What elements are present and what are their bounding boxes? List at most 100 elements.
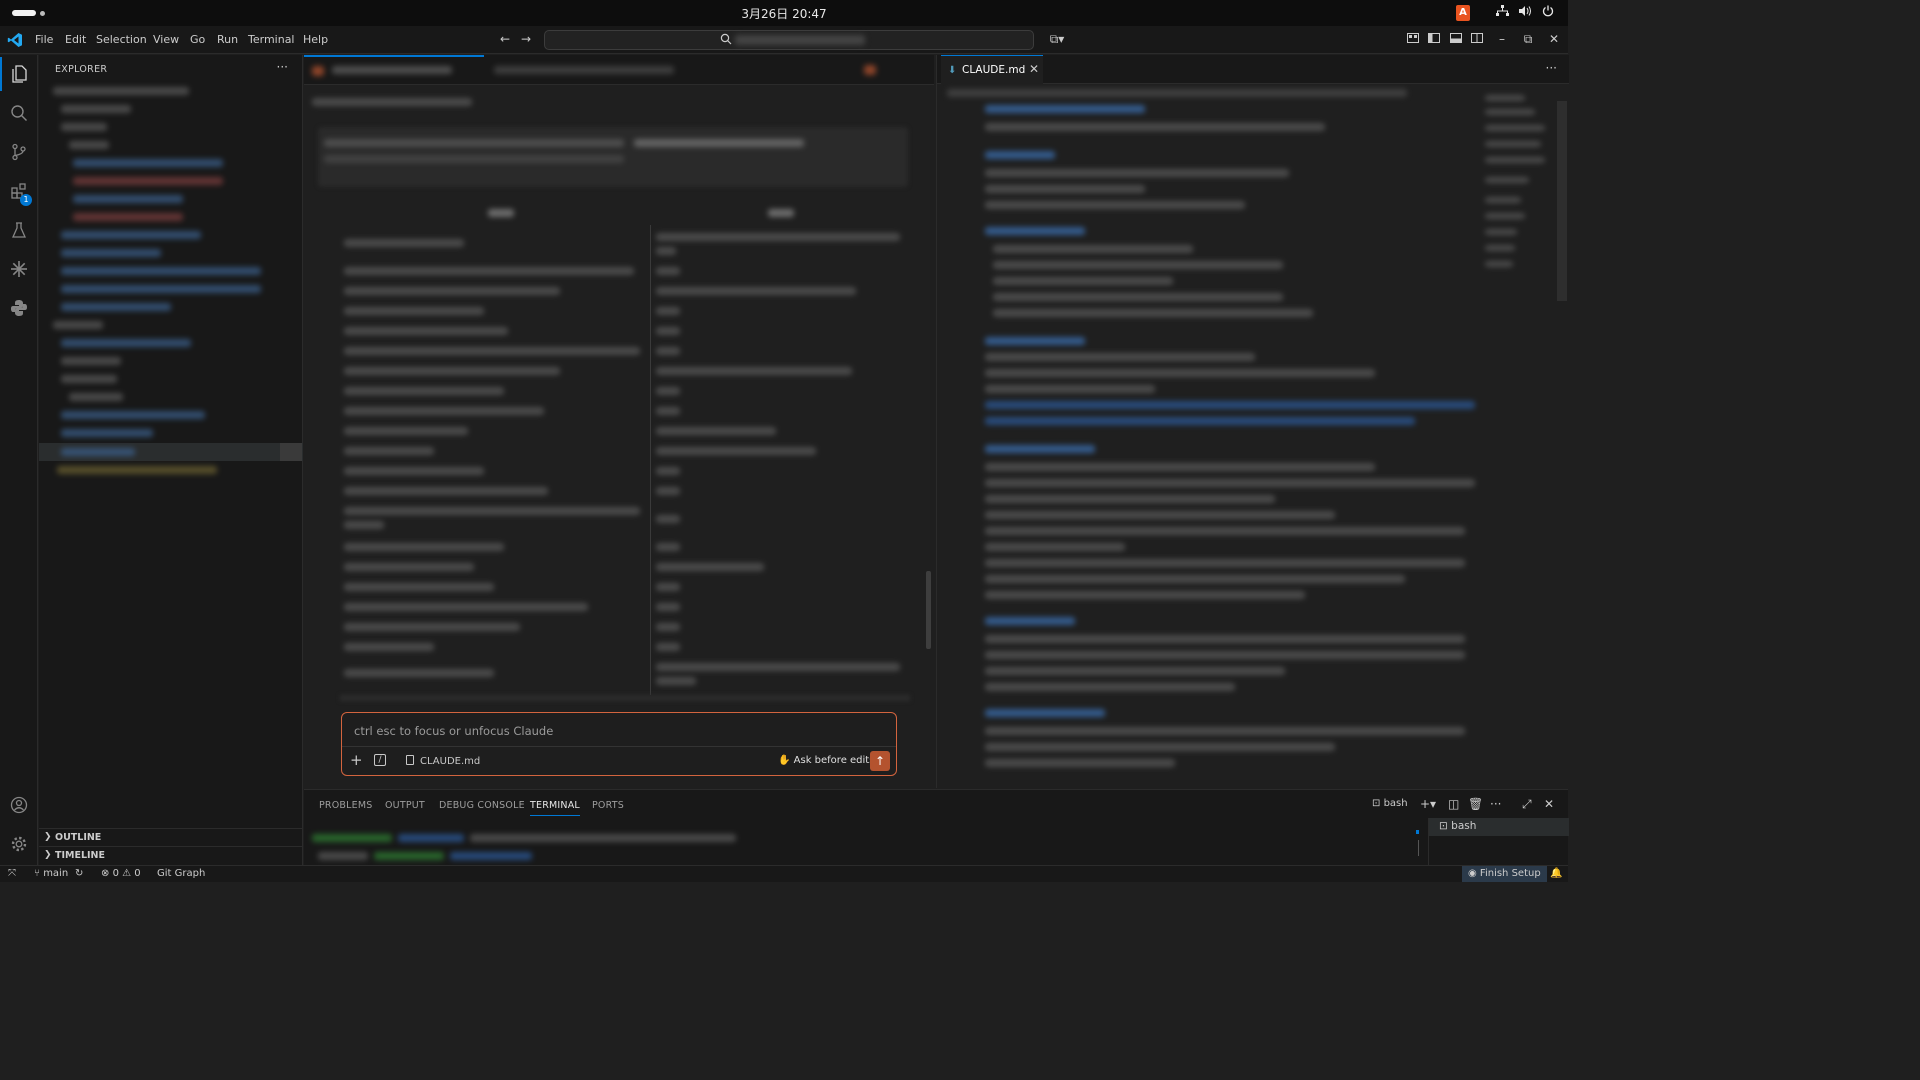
menu-view[interactable]: View [153,33,179,46]
git-branch-status[interactable]: ⑂ main [34,868,68,879]
explorer-sidebar: EXPLORER ··· ❯ OUTLINE ❯ TIMELINE [39,55,303,865]
system-clock[interactable]: 3月26日 20:47 [0,5,1568,22]
back-arrow-icon[interactable]: ← [498,32,512,46]
maximize-panel-icon[interactable]: ⤢ [1522,797,1532,812]
explorer-title: EXPLORER [55,64,108,75]
workspace-name-blurred [735,35,865,45]
claude-spark-icon[interactable] [0,252,38,286]
editor-scrollbar[interactable] [1557,101,1567,301]
search-view-icon[interactable] [0,96,38,130]
warning-count: 0 [134,868,141,879]
network-icon[interactable] [1494,5,1510,21]
input-method-icon[interactable]: A [1456,5,1470,21]
problems-status[interactable]: ⊗ 0 ⚠ 0 [101,868,141,879]
activity-bar: 1 [0,55,38,865]
editor-more-actions-icon[interactable]: ··· [1546,61,1557,75]
finish-setup-label: Finish Setup [1479,868,1541,879]
slash-commands-button[interactable]: / [374,754,386,766]
git-branch-icon: ⑂ [34,868,40,879]
volume-icon[interactable] [1517,5,1533,21]
terminal-instance-bash[interactable]: ⊡ bash [1429,818,1569,836]
more-actions-icon[interactable]: ··· [277,60,288,74]
bottom-panel: PROBLEMS OUTPUT DEBUG CONSOLE TERMINAL P… [304,789,1569,866]
git-graph-button[interactable]: Git Graph [157,868,205,879]
menu-go[interactable]: Go [190,33,205,46]
forward-arrow-icon[interactable]: → [519,32,533,46]
menu-selection[interactable]: Selection [96,33,147,46]
markdown-file-icon: ⬇ [948,65,957,76]
edit-mode-label: Ask before edits [793,755,875,766]
sync-icon[interactable]: ↻ [75,868,83,879]
search-icon [720,33,732,48]
manage-gear-icon[interactable] [0,827,38,861]
menu-help[interactable]: Help [303,33,328,46]
extensions-icon[interactable]: 1 [0,174,38,208]
vscode-logo-icon [7,32,23,48]
status-bar: ⤧ ⑂ main ↻ ⊗ 0 ⚠ 0 Git Graph ◉ Finish Se… [0,865,1568,882]
tree-selected-row-end [280,443,302,461]
editor-tab-bar: ⬇ CLAUDE.md ✕ ··· [937,55,1569,84]
terminal-scrollbar[interactable] [1418,840,1419,856]
chevron-right-icon: ❯ [44,850,52,860]
branch-name: main [43,868,69,879]
testing-flask-icon[interactable] [0,213,38,247]
tab-ports[interactable]: PORTS [592,800,624,811]
warning-icon: ⚠ [122,868,132,879]
claude-prompt-input[interactable]: ctrl esc to focus or unfocus Claude + / … [341,712,897,776]
terminal-more-actions-icon[interactable]: ··· [1490,797,1501,811]
terminal-profile-selector[interactable]: ⊡ bash [1372,798,1408,809]
copilot-chat-icon[interactable]: ⧉▾ [1044,32,1070,46]
menu-file[interactable]: File [35,33,53,46]
timeline-section-header[interactable]: ❯ TIMELINE [39,846,303,864]
claude-tab-strip [304,55,934,85]
chat-scrollbar[interactable] [924,121,932,651]
customize-layout-icon[interactable] [1406,32,1420,46]
tab-problems[interactable]: PROBLEMS [319,800,372,811]
close-window-icon[interactable]: ✕ [1547,32,1561,46]
explorer-icon[interactable] [0,57,38,91]
notifications-bell-icon[interactable]: 🔔 [1550,868,1562,879]
terminal-scroll-marker [1416,830,1419,834]
tab-output[interactable]: OUTPUT [385,800,425,811]
split-terminal-icon[interactable]: ◫ [1448,797,1459,811]
menu-edit[interactable]: Edit [65,33,86,46]
toggle-secondary-sidebar-icon[interactable] [1470,32,1484,46]
tab-terminal[interactable]: TERMINAL [530,800,580,816]
file-icon [406,755,414,765]
attached-file-name: CLAUDE.md [420,756,481,767]
finish-setup-button[interactable]: ◉ Finish Setup [1462,866,1547,882]
hand-icon: ✋ [778,755,791,766]
minimize-window-icon[interactable]: – [1495,32,1509,46]
timeline-label: TIMELINE [55,850,105,861]
accounts-icon[interactable] [0,788,38,822]
close-tab-icon[interactable]: ✕ [1029,62,1039,76]
menu-run[interactable]: Run [217,33,238,46]
restore-window-icon[interactable]: ⧉ [1521,32,1535,46]
send-button[interactable]: ↑ [870,751,890,771]
extensions-update-badge: 1 [20,194,32,206]
python-icon[interactable] [0,291,38,325]
tab-claude-md[interactable]: ⬇ CLAUDE.md ✕ [941,55,1043,84]
menu-terminal[interactable]: Terminal [248,33,295,46]
minimap[interactable] [1485,95,1557,275]
add-context-button[interactable]: + [350,753,363,768]
terminal-icon: ⊡ [1372,798,1381,809]
command-center-search[interactable] [544,30,1034,50]
chevron-right-icon: ❯ [44,832,52,842]
error-count: 0 [112,868,119,879]
toggle-panel-icon[interactable] [1449,32,1463,46]
markdown-editor: ⬇ CLAUDE.md ✕ ··· [936,55,1569,788]
toggle-primary-sidebar-icon[interactable] [1427,32,1441,46]
close-panel-icon[interactable]: ✕ [1544,797,1554,811]
edit-mode-toggle[interactable]: ✋ Ask before edits [778,755,874,766]
source-control-icon[interactable] [0,135,38,169]
outline-section-header[interactable]: ❯ OUTLINE [39,828,303,846]
prompt-placeholder: ctrl esc to focus or unfocus Claude [354,724,554,738]
tab-debug-console[interactable]: DEBUG CONSOLE [439,800,525,811]
attached-file-chip[interactable]: CLAUDE.md [406,755,480,767]
new-terminal-icon[interactable]: +▾ [1420,797,1436,811]
terminal-instance-label: bash [1451,820,1477,832]
kill-terminal-trash-icon[interactable]: 🗑 [1468,797,1483,811]
remote-indicator-icon[interactable]: ⤧ [8,868,16,879]
power-icon[interactable] [1540,5,1556,21]
